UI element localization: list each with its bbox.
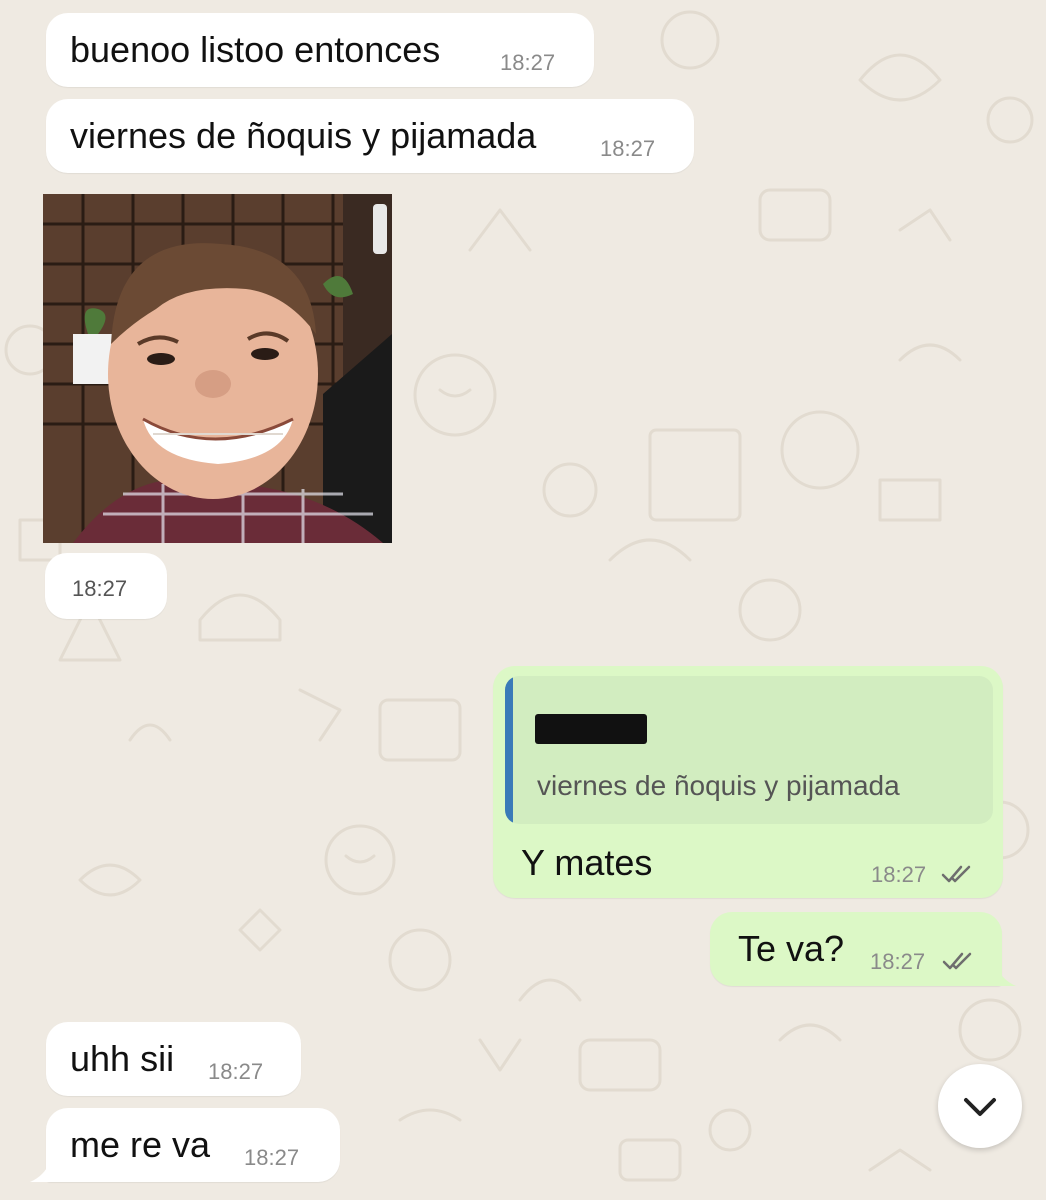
message-timestamp: 18:27	[208, 1059, 264, 1084]
message-timestamp: 18:27	[72, 576, 128, 601]
message-text: Te va?	[738, 928, 845, 969]
message-timestamp: 18:27	[870, 949, 926, 974]
image-timestamp-bubble: 18:27	[45, 553, 167, 619]
incoming-message-bubble[interactable]: uhh sii 18:27	[46, 1022, 301, 1096]
image-message[interactable]	[43, 194, 392, 543]
outgoing-reply-bubble[interactable]: viernes de ñoquis y pijamada Y mates 18:…	[493, 666, 1003, 898]
message-text: uhh sii	[70, 1038, 175, 1079]
scroll-to-bottom-button[interactable]	[938, 1064, 1022, 1148]
quoted-message[interactable]: viernes de ñoquis y pijamada	[505, 676, 993, 824]
incoming-message-bubble[interactable]: buenoo listoo entonces 18:27	[46, 13, 594, 87]
message-text: me re va	[70, 1124, 211, 1165]
incoming-message-bubble[interactable]: me re va 18:27	[46, 1108, 340, 1182]
message-timestamp: 18:27	[871, 862, 927, 887]
quoted-text: viernes de ñoquis y pijamada	[537, 770, 900, 801]
quote-bar	[505, 676, 513, 824]
outgoing-bubble-tail	[996, 966, 1016, 986]
message-timestamp: 18:27	[500, 50, 556, 75]
message-text: Y mates	[521, 842, 653, 883]
message-timestamp: 18:27	[600, 136, 656, 161]
message-text: buenoo listoo entonces	[70, 29, 441, 70]
double-check-read-icon	[942, 952, 972, 970]
outgoing-message-bubble[interactable]: Te va? 18:27	[710, 912, 1002, 986]
child-photo	[43, 194, 392, 543]
message-timestamp: 18:27	[244, 1145, 300, 1170]
chevron-down-icon	[964, 1098, 996, 1116]
redacted-sender-name	[535, 714, 647, 744]
message-text: viernes de ñoquis y pijamada	[70, 115, 537, 156]
incoming-message-bubble[interactable]: viernes de ñoquis y pijamada 18:27	[46, 99, 694, 173]
double-check-read-icon	[941, 865, 971, 883]
incoming-bubble-tail	[30, 1162, 50, 1182]
